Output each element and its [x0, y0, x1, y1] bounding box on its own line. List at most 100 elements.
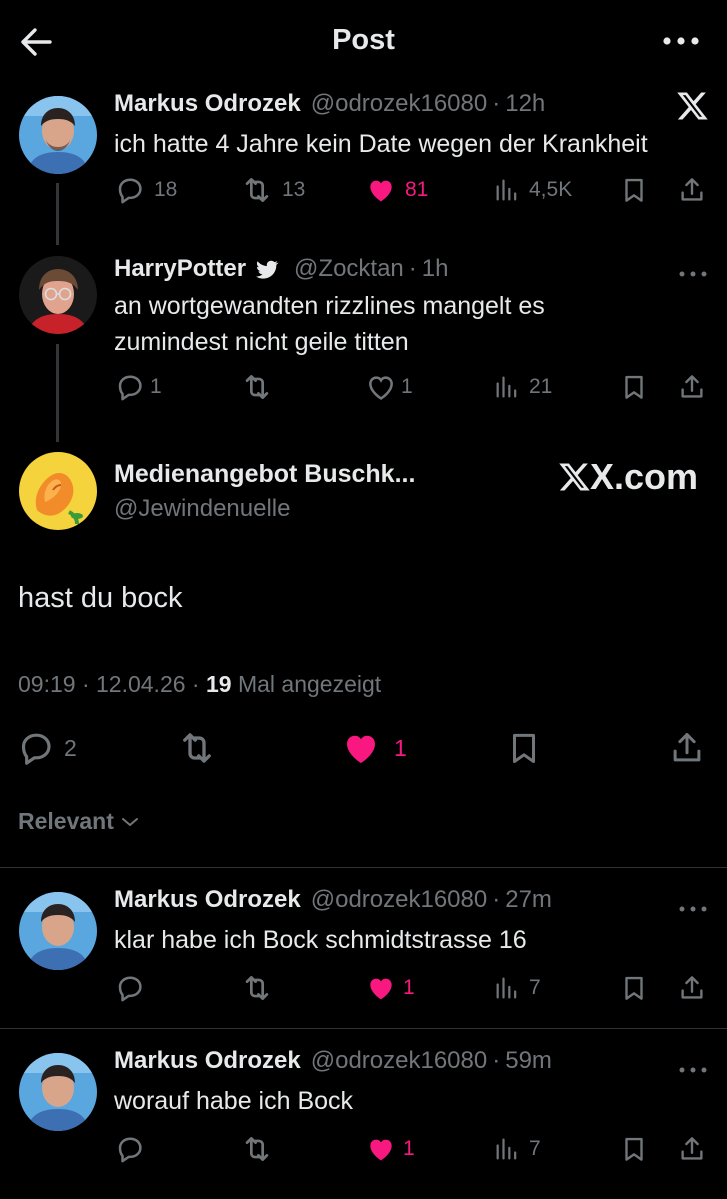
thread-tweet[interactable]: HarryPotter @Zocktan · 1h an wortgewandt…: [0, 250, 727, 446]
reply-button[interactable]: 2: [16, 728, 77, 768]
repost-icon: [240, 971, 274, 1005]
like-button[interactable]: 1: [365, 371, 413, 403]
avatar[interactable]: [19, 452, 97, 530]
reply-tweet[interactable]: Markus Odrozek @odrozek16080 · 59m worau…: [0, 1029, 727, 1199]
more-options-button[interactable]: [679, 1060, 707, 1078]
views-button[interactable]: 7: [493, 974, 541, 1002]
reply-button[interactable]: 18: [114, 174, 177, 206]
action-bar: 1 1 21: [0, 367, 727, 407]
views-button[interactable]: 21: [493, 373, 552, 401]
avatar-image: [19, 96, 97, 174]
thread-tweet[interactable]: Markus Odrozek @odrozek16080 · 12h ich h…: [0, 86, 727, 256]
x-logo-icon: [676, 89, 710, 128]
heart-filled-icon: [365, 174, 397, 206]
bookmark-button[interactable]: [619, 175, 649, 205]
sort-label: Relevant: [18, 808, 114, 834]
more-options-button[interactable]: [679, 899, 707, 917]
repost-button[interactable]: [176, 727, 218, 769]
views-button[interactable]: 4,5K: [493, 176, 572, 204]
avatar[interactable]: [19, 892, 97, 970]
separator-dot: ·: [492, 90, 501, 117]
author-name[interactable]: Markus Odrozek: [114, 1047, 301, 1075]
more-dots-icon: [679, 1067, 707, 1073]
sort-dropdown[interactable]: Relevant: [18, 808, 140, 835]
avatar[interactable]: [19, 96, 97, 174]
repost-button[interactable]: [240, 1132, 274, 1166]
author-name[interactable]: HarryPotter: [114, 255, 246, 283]
share-button[interactable]: [677, 175, 707, 205]
like-button[interactable]: 81: [365, 174, 428, 206]
repost-button[interactable]: [240, 971, 274, 1005]
bookmark-button[interactable]: [619, 372, 649, 402]
post-text: an wortgewandten rizzlines mangelt es zu…: [114, 292, 545, 356]
like-count: 1: [403, 1137, 415, 1160]
reply-icon: [114, 1133, 146, 1165]
post-time[interactable]: 27m: [505, 886, 552, 914]
like-button[interactable]: 1: [365, 1133, 415, 1165]
bookmark-button[interactable]: [619, 973, 649, 1003]
like-count: 1: [394, 734, 407, 761]
separator-dot: ·: [492, 1047, 501, 1074]
post-time[interactable]: 59m: [505, 1047, 552, 1075]
author-handle[interactable]: @odrozek16080: [311, 886, 487, 914]
repost-count: 13: [282, 178, 306, 201]
share-icon: [677, 372, 707, 402]
post-text: klar habe ich Bock schmidtstrasse 16: [114, 926, 527, 954]
like-button[interactable]: 1: [340, 727, 407, 769]
more-options-button[interactable]: [679, 264, 707, 282]
author-handle[interactable]: @odrozek16080: [311, 90, 487, 118]
post-time[interactable]: 1h: [422, 255, 449, 283]
share-icon: [677, 175, 707, 205]
avatar-image: [19, 892, 97, 970]
reply-button[interactable]: [114, 1133, 146, 1165]
repost-icon: [240, 370, 274, 404]
bookmark-icon: [619, 973, 649, 1003]
x-logo-icon: [559, 463, 590, 491]
action-bar: 18 13 81 4,5K: [0, 170, 727, 210]
share-button[interactable]: [668, 729, 706, 767]
bookmark-icon: [505, 729, 543, 767]
views-button[interactable]: 7: [493, 1135, 541, 1163]
watermark: X.com: [558, 456, 698, 498]
views-icon: [493, 373, 521, 401]
more-dots-icon: [679, 906, 707, 912]
avatar-image: [19, 256, 97, 334]
share-button[interactable]: [677, 973, 707, 1003]
bookmark-button[interactable]: [505, 729, 543, 767]
reply-icon: [16, 728, 56, 768]
post-text: ich hatte 4 Jahre kein Date wegen der Kr…: [114, 130, 648, 158]
author-handle[interactable]: @Zocktan: [294, 255, 404, 283]
post-timestamp[interactable]: 09:19 · 12.04.26 ·: [18, 671, 206, 697]
more-options-button[interactable]: [657, 26, 705, 56]
repost-button[interactable]: 13: [240, 173, 305, 207]
view-count: 21: [529, 375, 553, 398]
bookmark-button[interactable]: [619, 1134, 649, 1164]
share-icon: [677, 1134, 707, 1164]
author-name[interactable]: Medienangebot Buschk...: [114, 460, 415, 489]
author-name[interactable]: Markus Odrozek: [114, 886, 301, 914]
share-button[interactable]: [677, 1134, 707, 1164]
post-text: worauf habe ich Bock: [114, 1087, 354, 1115]
repost-button[interactable]: [240, 370, 274, 404]
post-time[interactable]: 12h: [505, 90, 545, 118]
author-handle[interactable]: @odrozek16080: [311, 1047, 487, 1075]
heart-filled-icon: [365, 972, 397, 1004]
bookmark-icon: [619, 175, 649, 205]
like-button[interactable]: 1: [365, 972, 415, 1004]
avatar[interactable]: [19, 256, 97, 334]
author-name[interactable]: Markus Odrozek: [114, 90, 301, 118]
avatar[interactable]: [19, 1053, 97, 1131]
reply-tweet[interactable]: Markus Odrozek @odrozek16080 · 27m klar …: [0, 868, 727, 1028]
author-handle[interactable]: @Jewindenuelle: [114, 495, 290, 523]
action-bar: 1 7: [0, 968, 727, 1008]
share-button[interactable]: [677, 372, 707, 402]
reply-button[interactable]: [114, 972, 146, 1004]
views-icon: [493, 1135, 521, 1163]
view-count: 7: [529, 976, 541, 999]
like-count: 1: [403, 976, 415, 999]
action-bar: 1 7: [0, 1129, 727, 1169]
heart-filled-icon: [365, 1133, 397, 1165]
reply-button[interactable]: 1: [114, 371, 162, 403]
reply-icon: [114, 174, 146, 206]
repost-icon: [240, 173, 274, 207]
